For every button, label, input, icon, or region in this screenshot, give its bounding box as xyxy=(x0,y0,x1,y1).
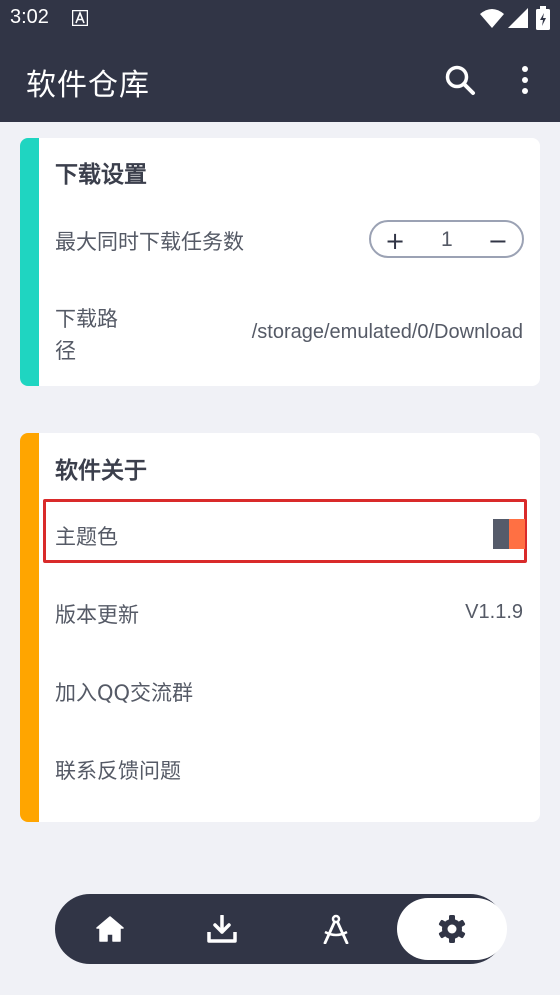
about-title: 软件关于 xyxy=(55,458,147,484)
home-icon xyxy=(96,916,124,942)
card-accent-stripe xyxy=(20,433,39,822)
page-title: 软件仓库 xyxy=(26,68,150,103)
notification-a-icon xyxy=(72,10,88,26)
app-bar: 软件仓库 xyxy=(0,38,560,122)
nav-home[interactable] xyxy=(55,894,165,964)
theme-primary-swatch xyxy=(493,519,509,549)
increment-button[interactable]: + xyxy=(385,227,405,255)
search-icon[interactable] xyxy=(442,62,478,98)
more-vert-icon[interactable] xyxy=(512,62,538,98)
decrement-button[interactable]: − xyxy=(488,227,508,255)
bottom-navigation xyxy=(55,894,507,964)
nav-tools[interactable] xyxy=(281,894,391,964)
theme-accent-swatch xyxy=(509,519,525,549)
status-bar: 3:02 xyxy=(0,0,560,38)
version-value: V1.1.9 xyxy=(465,601,523,623)
compass-tool-icon xyxy=(323,914,349,944)
max-tasks-value: 1 xyxy=(441,228,453,251)
version-update-label: 版本更新 xyxy=(55,603,139,627)
feedback-row[interactable]: 联系反馈问题 xyxy=(55,755,181,785)
about-card: 软件关于 主题色 版本更新 V1.1.9 加入QQ交流群 联系反馈问题 xyxy=(20,433,540,822)
card-accent-stripe xyxy=(20,138,39,386)
join-qq-group-row[interactable]: 加入QQ交流群 xyxy=(55,677,193,707)
download-path-label-line2: 径 xyxy=(55,339,76,363)
battery-icon xyxy=(536,6,550,30)
settings-gear-icon xyxy=(438,915,466,943)
nav-settings[interactable] xyxy=(397,898,507,960)
theme-color-swatch[interactable] xyxy=(493,519,525,549)
max-tasks-label: 最大同时下载任务数 xyxy=(55,230,244,254)
download-path-label-line1: 下载路 xyxy=(55,307,118,331)
nav-download[interactable] xyxy=(167,894,277,964)
signal-icon xyxy=(508,8,528,28)
download-settings-card: 下载设置 最大同时下载任务数 + 1 − 下载路 径 /storage/emul… xyxy=(20,138,540,386)
download-settings-title: 下载设置 xyxy=(55,162,147,188)
theme-color-label: 主题色 xyxy=(55,525,118,549)
max-tasks-stepper: + 1 − xyxy=(369,220,524,258)
download-icon xyxy=(207,915,237,943)
app-screen: 3:02 软件仓库 下载设置 最大同时下载任务数 + 1 − 下载路 径 /st… xyxy=(0,0,560,995)
status-time: 3:02 xyxy=(10,6,49,28)
wifi-icon xyxy=(480,9,504,28)
download-path-value: /storage/emulated/0/Download xyxy=(251,321,523,343)
